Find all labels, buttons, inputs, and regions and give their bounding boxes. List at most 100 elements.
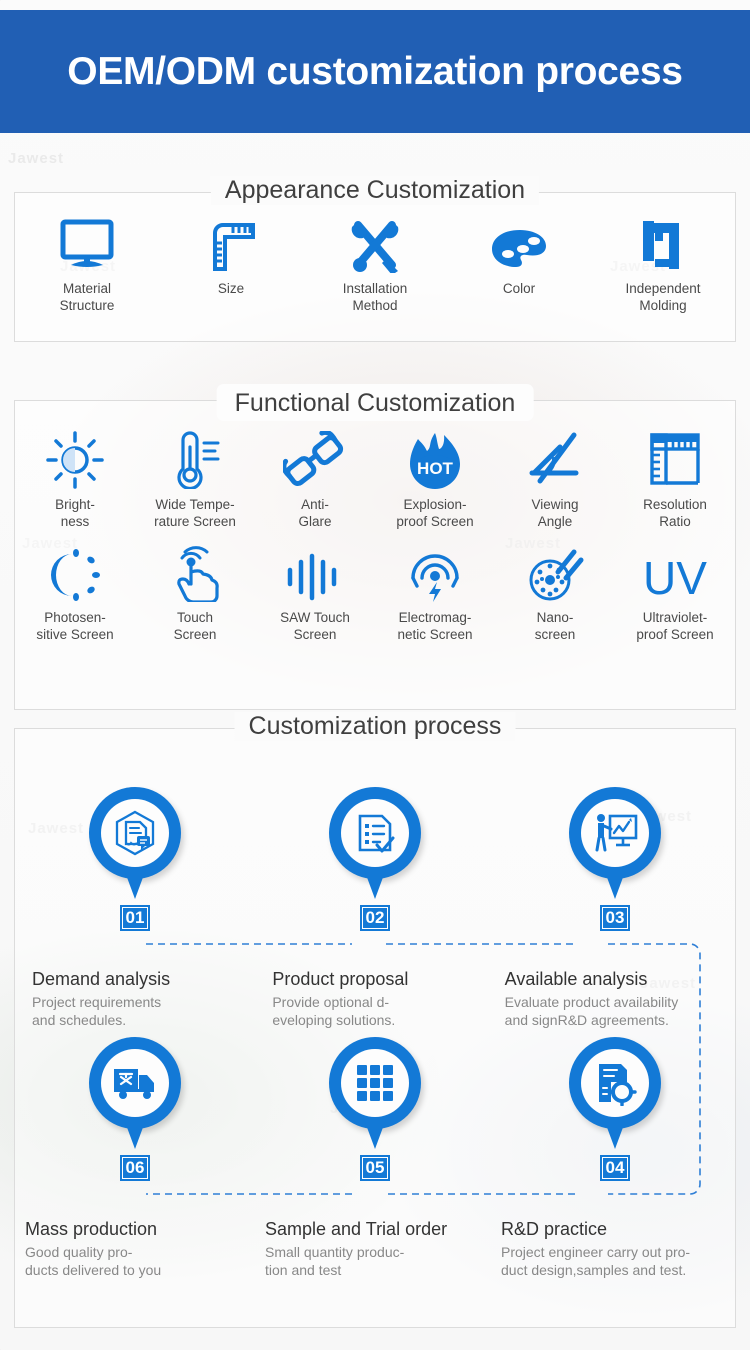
tools-icon <box>346 211 404 273</box>
functional-label-line1: Explosion- <box>403 497 467 512</box>
appearance-section-title: Appearance Customization <box>210 176 540 205</box>
functional-label-line2: proof Screen <box>636 627 714 642</box>
functional-item-explosion-proof[interactable]: HOT Explosion- proof Screen <box>375 433 495 530</box>
page-title: OEM/ODM customization process <box>67 49 683 93</box>
electromagnetic-icon <box>407 546 463 602</box>
functional-section-title: Functional Customization <box>216 384 534 421</box>
process-step-heading: Product proposal <box>272 969 409 989</box>
appearance-section: Appearance Customization Material Struct… <box>14 176 736 342</box>
process-step-desc-line1: Project requirements <box>32 994 162 1010</box>
process-pin <box>569 787 661 899</box>
appearance-item-size[interactable]: Size <box>159 211 303 314</box>
process-pin <box>569 1037 661 1149</box>
functional-label-line2: Screen <box>173 627 217 642</box>
functional-label-line2: Screen <box>293 627 337 642</box>
functional-label-line2: Angle <box>537 514 573 529</box>
clamp-icon <box>635 211 691 273</box>
functional-label-line2: rature Screen <box>154 514 236 529</box>
ruler-icon <box>203 211 259 273</box>
process-pin <box>329 1037 421 1149</box>
process-pin <box>89 787 181 899</box>
process-text-04: R&D practice Project engineer carry out … <box>499 1219 735 1279</box>
process-step-05[interactable]: 05 <box>255 1037 495 1181</box>
functional-item-saw-touch[interactable]: SAW Touch Screen <box>255 546 375 643</box>
functional-item-anti-glare[interactable]: Anti- Glare <box>255 431 375 530</box>
functional-item-electromagnetic[interactable]: Electromag- netic Screen <box>375 546 495 643</box>
touch-hand-icon <box>168 546 222 602</box>
process-step-number: 06 <box>120 1155 150 1181</box>
ruler-square-icon <box>647 433 703 489</box>
functional-item-resolution-ratio[interactable]: Resolution Ratio <box>615 433 735 530</box>
thermometer-icon <box>167 431 223 489</box>
appearance-label-line1: Color <box>502 281 536 296</box>
process-step-04[interactable]: 04 <box>495 1037 735 1181</box>
functional-label-line2: netic Screen <box>397 627 473 642</box>
glasses-icon <box>283 431 347 489</box>
process-step-06[interactable]: 06 <box>15 1037 255 1181</box>
process-step-desc-line1: Project engineer carry out pro- <box>501 1244 691 1260</box>
functional-label-line2: ness <box>60 514 90 529</box>
appearance-item-installation-method[interactable]: Installation Method <box>303 211 447 314</box>
functional-label-line1: Nano- <box>536 610 574 625</box>
sun-brightness-icon <box>45 431 105 489</box>
functional-item-viewing-angle[interactable]: Viewing Angle <box>495 432 615 530</box>
functional-section: Functional Customization Bright- ness Wi… <box>14 384 736 710</box>
functional-item-uv-proof[interactable]: UV Ultraviolet- proof Screen <box>615 546 735 643</box>
appearance-label-line1: Installation <box>342 281 408 296</box>
process-step-desc-line1: Evaluate product availability <box>504 994 679 1010</box>
process-step-desc-line1: Good quality pro- <box>25 1244 133 1260</box>
process-step-01[interactable]: 01 <box>15 787 255 931</box>
palette-icon <box>489 211 549 273</box>
functional-label-line1: SAW Touch <box>280 610 350 625</box>
appearance-item-independent-molding[interactable]: Independent Molding <box>591 211 735 314</box>
flame-hot-icon: HOT <box>406 433 464 489</box>
process-step-desc-line2: and schedules. <box>32 1012 127 1028</box>
functional-item-photosensitive[interactable]: Photosen- sitive Screen <box>15 546 135 643</box>
appearance-item-material-structure[interactable]: Material Structure <box>15 211 159 314</box>
process-step-desc-line2: eveloping solutions. <box>272 1012 396 1028</box>
process-step-number: 02 <box>360 905 390 931</box>
process-step-number: 05 <box>360 1155 390 1181</box>
appearance-item-color[interactable]: Color <box>447 211 591 314</box>
appearance-label-line2: Molding <box>639 298 687 313</box>
process-text-02: Product proposal Provide optional d- eve… <box>262 969 502 1029</box>
process-step-number: 03 <box>600 905 630 931</box>
process-section: Customization process 01 02 03 Demand an… <box>14 712 736 1328</box>
appearance-label-line1: Material <box>62 281 111 296</box>
functional-item-nano-screen[interactable]: Nano- screen <box>495 546 615 643</box>
functional-label-line2: screen <box>534 627 576 642</box>
flame-hot-text: HOT <box>417 459 454 478</box>
nano-icon <box>526 546 584 602</box>
process-step-heading: Mass production <box>25 1219 158 1239</box>
functional-item-brightness[interactable]: Bright- ness <box>15 431 135 530</box>
process-text-06: Mass production Good quality pro- ducts … <box>15 1219 259 1279</box>
process-step-heading: Demand analysis <box>32 969 171 989</box>
process-step-desc-line2: and signR&D agreements. <box>504 1012 669 1028</box>
checklist-document-icon <box>341 799 409 867</box>
uv-text-icon: UV <box>635 546 715 602</box>
functional-item-wide-temperature[interactable]: Wide Tempe- rature Screen <box>135 431 255 530</box>
process-step-heading: Available analysis <box>504 969 648 989</box>
appearance-label-line2: Method <box>352 298 398 313</box>
appearance-label-line1: Size <box>217 281 245 296</box>
page-header: OEM/ODM customization process <box>0 10 750 133</box>
functional-label-line1: Ultraviolet- <box>642 610 708 625</box>
process-step-desc-line2: tion and test <box>265 1262 342 1278</box>
functional-label-line1: Bright- <box>55 497 95 512</box>
process-step-desc-line1: Small quantity produc- <box>265 1244 405 1260</box>
functional-label-line1: Viewing <box>531 497 579 512</box>
functional-item-touch-screen[interactable]: Touch Screen <box>135 546 255 643</box>
appearance-label-line2: Structure <box>59 298 115 313</box>
presentation-board-icon <box>581 799 649 867</box>
process-text-01: Demand analysis Project requirements and… <box>15 969 262 1029</box>
monitor-icon <box>57 211 117 273</box>
functional-label-line1: Touch <box>176 610 214 625</box>
certificate-hexagon-icon <box>101 799 169 867</box>
functional-label-line1: Photosen- <box>44 610 106 625</box>
process-step-desc-line2: ducts delivered to you <box>25 1262 162 1278</box>
process-step-03[interactable]: 03 <box>495 787 735 931</box>
functional-label-line1: Anti- <box>301 497 329 512</box>
waveform-icon <box>284 546 346 602</box>
process-step-02[interactable]: 02 <box>255 787 495 931</box>
photosensitive-icon <box>46 546 104 602</box>
